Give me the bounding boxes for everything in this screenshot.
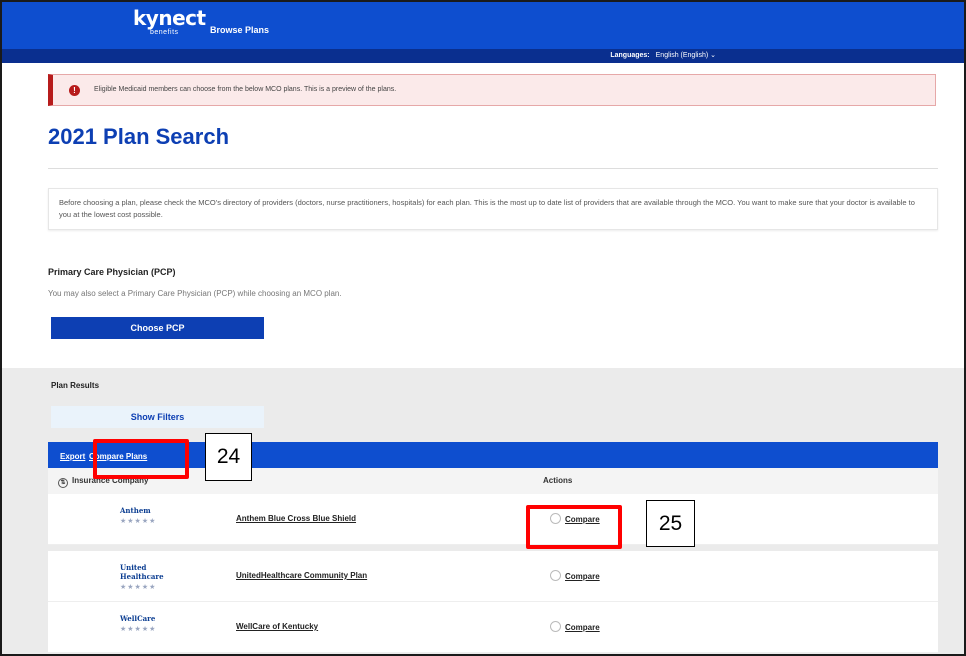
browser-frame: kynect benefits Browse Plans Languages: E… [0, 0, 966, 656]
top-nav-bar: kynect benefits Browse Plans [2, 2, 964, 49]
compare-label[interactable]: Compare [565, 623, 600, 632]
compare-radio-icon[interactable] [550, 570, 561, 581]
export-link[interactable]: Export [60, 452, 85, 461]
table-row: United Healthcare ★★★★★ UnitedHealthcare… [48, 551, 938, 602]
pcp-title: Primary Care Physician (PCP) [48, 267, 176, 277]
compare-checkbox[interactable]: Compare [550, 621, 600, 632]
pcp-description: You may also select a Primary Care Physi… [48, 289, 342, 298]
actions-header: Actions [543, 476, 573, 485]
anthem-logo-text: Anthem [120, 506, 151, 515]
table-row: WellCare ★★★★★ WellCare of Kentucky Comp… [48, 602, 938, 653]
show-filters-button[interactable]: Show Filters [51, 406, 264, 428]
compare-radio-icon[interactable] [550, 621, 561, 632]
star-rating: ★★★★★ [120, 518, 157, 525]
alert-circle-icon: ! [69, 85, 80, 96]
chevron-down-icon: ⌄ [710, 52, 716, 59]
nav-browse-plans[interactable]: Browse Plans [210, 25, 269, 35]
alert-text: Eligible Medicaid members can choose fro… [94, 86, 397, 93]
title-divider [48, 168, 938, 169]
language-label: Languages: [610, 52, 650, 59]
provider-info-text: Before choosing a plan, please check the… [59, 198, 915, 219]
kynect-logo[interactable]: kynect [133, 8, 206, 28]
plan-name-link[interactable]: UnitedHealthcare Community Plan [236, 571, 367, 580]
choose-pcp-button[interactable]: Choose PCP [51, 317, 264, 339]
table-row: Anthem ★★★★★ Anthem Blue Cross Blue Shie… [48, 494, 938, 545]
wellcare-logo-text: WellCare [120, 614, 156, 623]
language-value: English (English) [655, 52, 709, 59]
callout-highlight-25 [526, 505, 622, 549]
sort-icon[interactable]: ⇅ [58, 478, 68, 488]
star-rating: ★★★★★ [120, 626, 157, 633]
medicaid-alert: ! Eligible Medicaid members can choose f… [48, 74, 936, 106]
provider-info-box: Before choosing a plan, please check the… [48, 188, 938, 230]
page-title: 2021 Plan Search [48, 124, 230, 149]
wellcare-logo: WellCare ★★★★★ [120, 614, 168, 642]
plan-results-title: Plan Results [51, 381, 100, 390]
callout-highlight-24 [93, 439, 189, 479]
plan-name-link[interactable]: Anthem Blue Cross Blue Shield [236, 514, 356, 523]
plan-results-section: Plan Results Show Filters Export Compare… [2, 368, 964, 654]
unitedhealthcare-logo-text: United Healthcare [120, 563, 164, 581]
kynect-logo-sub: benefits [150, 29, 179, 36]
callout-number-24: 24 [205, 433, 252, 481]
language-bar: Languages: English (English) ⌄ [2, 49, 964, 63]
compare-checkbox[interactable]: Compare [550, 570, 600, 581]
anthem-logo: Anthem ★★★★★ [120, 506, 168, 534]
star-rating: ★★★★★ [120, 584, 157, 591]
compare-label[interactable]: Compare [565, 572, 600, 581]
plan-name-link[interactable]: WellCare of Kentucky [236, 622, 318, 631]
unitedhealthcare-logo: United Healthcare ★★★★★ [120, 563, 168, 591]
callout-number-25: 25 [646, 500, 695, 547]
language-selector[interactable]: Languages: English (English) ⌄ [610, 51, 716, 59]
